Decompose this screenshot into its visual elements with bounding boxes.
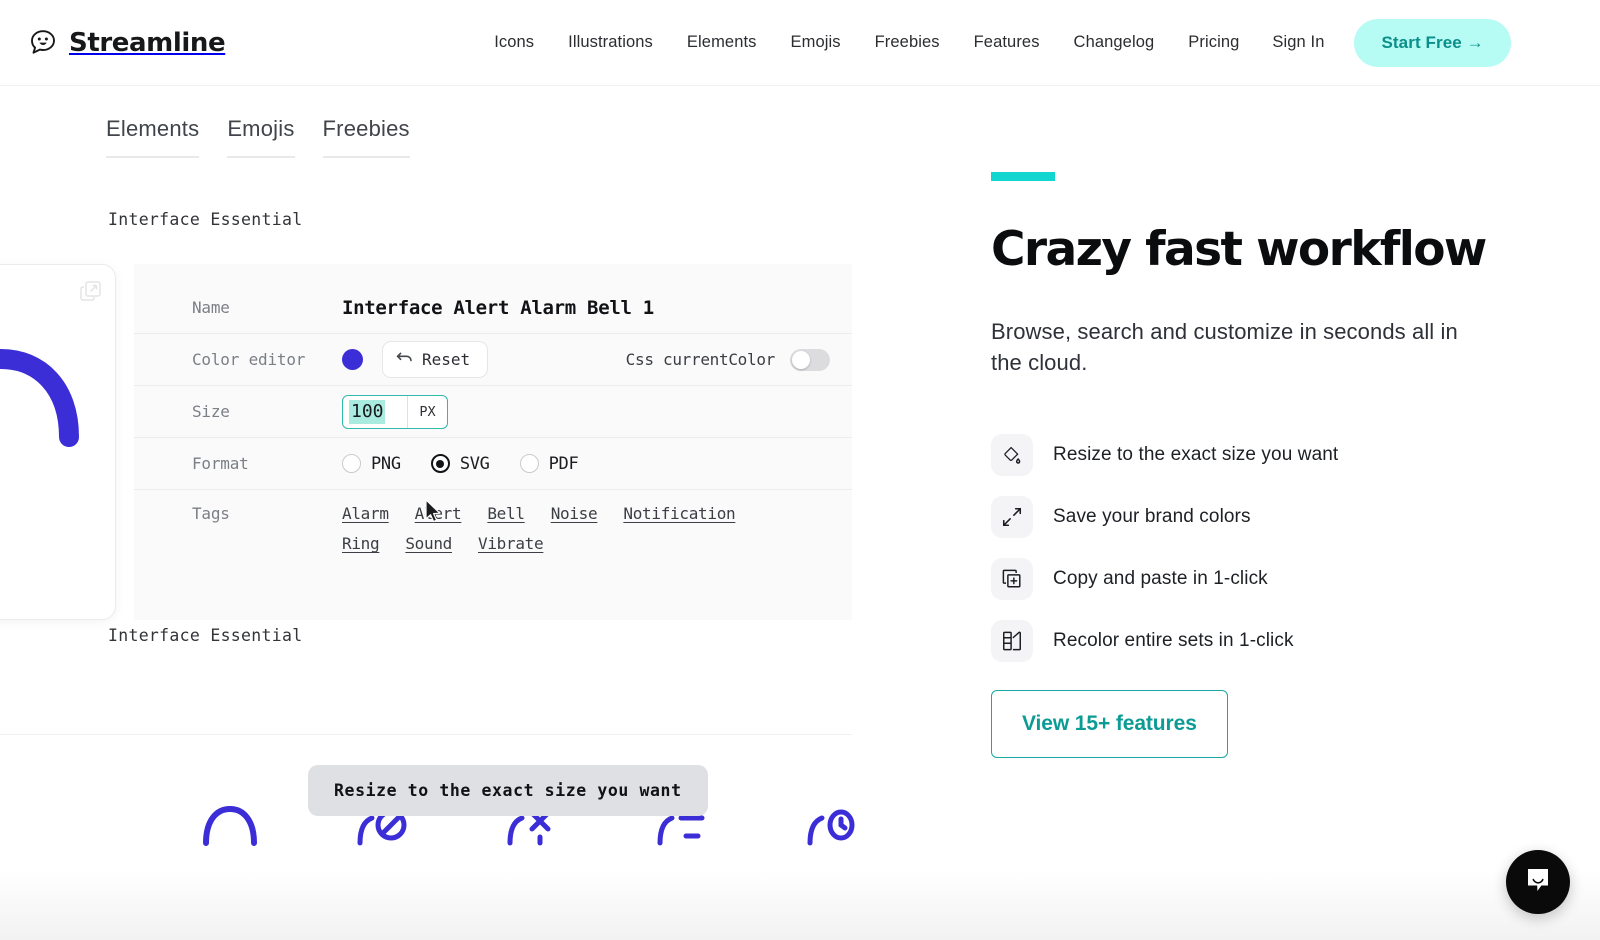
nav-item-changelog[interactable]: Changelog — [1057, 23, 1172, 62]
tab-elements[interactable]: Elements — [106, 116, 200, 158]
tag-bell[interactable]: Bell — [487, 504, 525, 523]
css-currentcolor-label: Css currentColor — [625, 350, 776, 369]
feature-label-recolor: Recolor entire sets in 1-click — [1053, 630, 1294, 651]
format-option-png[interactable]: PNG — [342, 454, 401, 474]
site-header: Streamline Icons Illustrations Elements … — [0, 0, 1600, 86]
size-input[interactable]: 100 — [343, 396, 407, 428]
name-label: Name — [192, 298, 230, 317]
feature-label-resize: Resize to the exact size you want — [1053, 444, 1339, 465]
feature-label-brand-colors: Save your brand colors — [1053, 506, 1251, 527]
nav-item-icons[interactable]: Icons — [477, 23, 551, 62]
tag-noise[interactable]: Noise — [551, 504, 598, 523]
tag-list: Alarm Alert Bell Noise Notification Ring… — [342, 504, 762, 553]
format-option-svg-label: SVG — [459, 453, 490, 474]
tag-alert[interactable]: Alert — [415, 504, 462, 523]
radio-icon — [342, 454, 361, 473]
resize-expand-icon — [991, 496, 1033, 538]
main-nav: Icons Illustrations Elements Emojis Free… — [477, 18, 1511, 67]
brand-logo-link[interactable]: Streamline — [28, 27, 226, 58]
nav-item-emojis[interactable]: Emojis — [774, 23, 858, 62]
feature-item-brand-colors: Save your brand colors — [991, 486, 1551, 548]
nav-item-sign-in[interactable]: Sign In — [1256, 23, 1340, 62]
tag-alarm[interactable]: Alarm — [342, 504, 389, 523]
info-row-size: Size 100 PX — [134, 386, 852, 438]
nav-item-illustrations[interactable]: Illustrations — [551, 23, 670, 62]
icon-browser-panel: Elements Emojis Freebies Interface Essen… — [0, 86, 960, 940]
size-input-value: 100 — [349, 399, 385, 424]
chat-bubble-icon — [1523, 865, 1553, 900]
radio-icon — [519, 454, 539, 473]
icon-cell-bell-timer[interactable] — [798, 791, 862, 855]
info-row-name: Name Interface Alert Alarm Bell 1 — [134, 282, 852, 334]
reset-color-button[interactable]: Reset — [382, 341, 489, 378]
radio-selected-icon — [430, 454, 450, 473]
icon-cell-bell-outline[interactable] — [198, 791, 262, 855]
promo-panel: Crazy fast workflow Browse, search and c… — [960, 86, 1600, 940]
promo-subtitle: Browse, search and customize in seconds … — [991, 319, 1458, 376]
copy-add-icon — [991, 558, 1033, 600]
accent-bar — [991, 172, 1055, 181]
format-option-svg[interactable]: SVG — [430, 453, 490, 474]
undo-arrow-icon — [396, 350, 413, 369]
size-field[interactable]: 100 PX — [342, 394, 448, 429]
tab-emojis[interactable]: Emojis — [227, 116, 295, 158]
feature-item-recolor: Recolor entire sets in 1-click — [991, 610, 1551, 672]
icon-info-panel: Name Interface Alert Alarm Bell 1 Color … — [134, 264, 852, 620]
format-option-pdf-label: PDF — [548, 453, 579, 474]
tag-ring[interactable]: Ring — [342, 534, 380, 553]
feature-label-copy-paste: Copy and paste in 1-click — [1053, 568, 1268, 589]
view-features-button[interactable]: View 15+ features — [991, 690, 1228, 758]
group-label-bottom: Interface Essential — [108, 626, 303, 645]
promo-title: Crazy fast workflow — [991, 222, 1487, 277]
format-radio-group: PNG SVG PDF — [342, 453, 579, 474]
icon-results-strip: Resize to the exact size you want — [0, 734, 855, 864]
tag-notification[interactable]: Notification — [623, 504, 735, 523]
nav-item-features[interactable]: Features — [957, 23, 1057, 62]
format-option-pdf[interactable]: PDF — [519, 453, 579, 474]
size-unit-select[interactable]: PX — [407, 395, 447, 428]
group-label-top: Interface Essential — [108, 210, 303, 229]
resize-tooltip: Resize to the exact size you want — [308, 765, 708, 816]
recolor-palette-icon — [991, 620, 1033, 662]
info-row-format: Format PNG SVG PDF — [134, 438, 852, 490]
size-label: Size — [192, 402, 230, 421]
nav-item-elements[interactable]: Elements — [670, 23, 774, 62]
icon-detail-row: Name Interface Alert Alarm Bell 1 Color … — [0, 264, 852, 620]
info-row-color-editor: Color editor Reset Css currentColor — [134, 334, 852, 386]
alarm-bell-glyph-icon — [0, 325, 105, 515]
reset-label: Reset — [422, 350, 471, 369]
speech-bubble-smiley-logo-icon — [28, 28, 58, 58]
tab-freebies[interactable]: Freebies — [322, 116, 410, 158]
start-free-button[interactable]: Start Free → — [1354, 18, 1511, 67]
css-currentcolor-toggle[interactable] — [790, 348, 830, 371]
nav-item-freebies[interactable]: Freebies — [858, 23, 957, 62]
external-link-icon[interactable] — [79, 279, 103, 303]
nav-item-pricing[interactable]: Pricing — [1171, 23, 1256, 62]
icon-name-value: Interface Alert Alarm Bell 1 — [342, 296, 654, 319]
category-tabs: Elements Emojis Freebies — [106, 116, 438, 158]
format-label: Format — [192, 454, 249, 473]
paint-bucket-icon — [991, 434, 1033, 476]
promo-feature-list: Resize to the exact size you want Save y… — [991, 424, 1551, 672]
chat-widget-button[interactable] — [1506, 850, 1570, 914]
brand-name: Streamline — [69, 27, 226, 58]
feature-item-resize: Resize to the exact size you want — [991, 424, 1551, 486]
feature-item-copy-paste: Copy and paste in 1-click — [991, 548, 1551, 610]
tag-vibrate[interactable]: Vibrate — [478, 534, 544, 553]
tag-sound[interactable]: Sound — [405, 534, 452, 553]
color-editor-label: Color editor — [192, 350, 306, 369]
tags-label: Tags — [192, 504, 230, 523]
info-row-tags: Tags Alarm Alert Bell Noise Notification… — [134, 490, 852, 570]
color-swatch[interactable] — [342, 349, 363, 370]
format-option-png-label: PNG — [371, 453, 401, 474]
icon-preview-card[interactable] — [0, 264, 116, 620]
